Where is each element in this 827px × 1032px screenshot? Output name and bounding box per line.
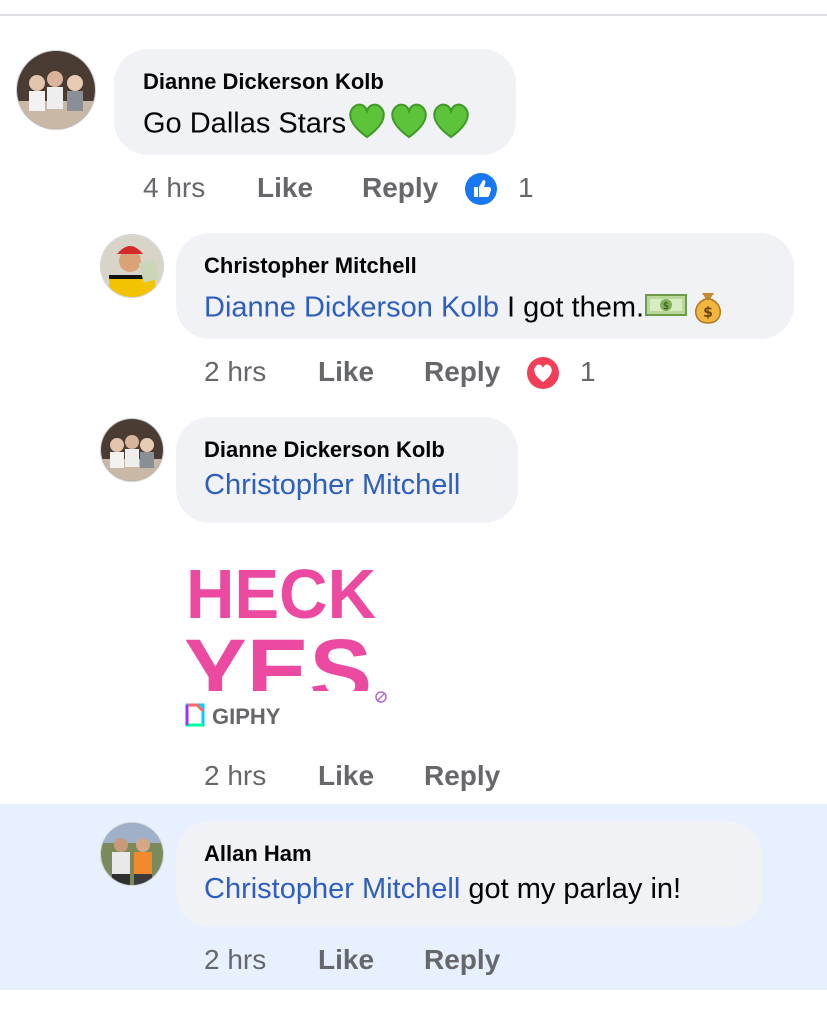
comment-text: Christopher Mitchell got my parlay in! <box>204 873 681 906</box>
comment-actions: 2 hrs Like Reply 1 <box>204 356 624 396</box>
like-button[interactable]: Like <box>318 356 374 388</box>
comment-body: Go Dallas Stars <box>143 107 347 140</box>
money-bag-icon: $ <box>688 285 728 333</box>
top-divider <box>0 14 827 16</box>
reply-button[interactable]: Reply <box>424 944 500 976</box>
love-reaction-icon[interactable] <box>527 357 559 389</box>
gif-attachment[interactable]: HECK YES <box>182 548 397 723</box>
comment-text: Go Dallas Stars <box>143 101 472 149</box>
avatar-photo-icon <box>101 823 163 885</box>
avatar-photo-icon <box>101 235 163 297</box>
comment-timestamp[interactable]: 4 hrs <box>143 172 205 204</box>
like-reaction-icon[interactable] <box>465 173 497 205</box>
avatar[interactable] <box>100 418 164 482</box>
reply-button[interactable]: Reply <box>424 760 500 792</box>
like-button[interactable]: Like <box>318 760 374 792</box>
comment-author[interactable]: Dianne Dickerson Kolb <box>143 69 384 95</box>
mention-link[interactable]: Dianne Dickerson Kolb <box>204 292 499 324</box>
comment-timestamp[interactable]: 2 hrs <box>204 760 266 792</box>
svg-text:$: $ <box>663 301 669 312</box>
comment-timestamp[interactable]: 2 hrs <box>204 944 266 976</box>
avatar-photo-icon <box>17 51 95 129</box>
giphy-logo-icon <box>184 702 206 734</box>
comment-text: Christopher Mitchell <box>204 469 460 502</box>
like-button[interactable]: Like <box>257 172 313 204</box>
reaction-count[interactable]: 1 <box>518 172 534 204</box>
comment-actions: 4 hrs Like Reply 1 <box>143 172 563 212</box>
reply-button[interactable]: Reply <box>362 172 438 204</box>
comment-author[interactable]: Dianne Dickerson Kolb <box>204 437 445 463</box>
comment-author[interactable]: Allan Ham <box>204 841 312 867</box>
comment-text: Dianne Dickerson Kolb I got them. $ $ <box>204 285 728 333</box>
mention-link[interactable]: Christopher Mitchell <box>204 873 460 905</box>
comment-actions: 2 hrs Like Reply <box>204 760 524 800</box>
giphy-label: GIPHY <box>212 704 281 729</box>
dollar-bill-icon: $ <box>644 289 688 329</box>
avatar[interactable] <box>100 234 164 298</box>
like-button[interactable]: Like <box>318 944 374 976</box>
comment-body: I got them. <box>498 291 645 324</box>
reaction-count[interactable]: 1 <box>580 356 596 388</box>
green-heart-icon <box>430 101 472 149</box>
mention-link[interactable]: Christopher Mitchell <box>204 469 460 501</box>
comment-body: got my parlay in! <box>460 873 682 905</box>
comment-timestamp[interactable]: 2 hrs <box>204 356 266 388</box>
green-heart-icon <box>346 101 388 149</box>
reply-button[interactable]: Reply <box>424 356 500 388</box>
green-heart-icon <box>388 101 430 149</box>
giphy-attribution[interactable]: GIPHY <box>184 702 280 734</box>
avatar-photo-icon <box>101 419 163 481</box>
avatar[interactable] <box>100 822 164 886</box>
comment-actions: 2 hrs Like Reply <box>204 944 524 984</box>
comment-author[interactable]: Christopher Mitchell <box>204 253 417 279</box>
avatar[interactable] <box>16 50 96 130</box>
svg-text:$: $ <box>703 305 713 321</box>
